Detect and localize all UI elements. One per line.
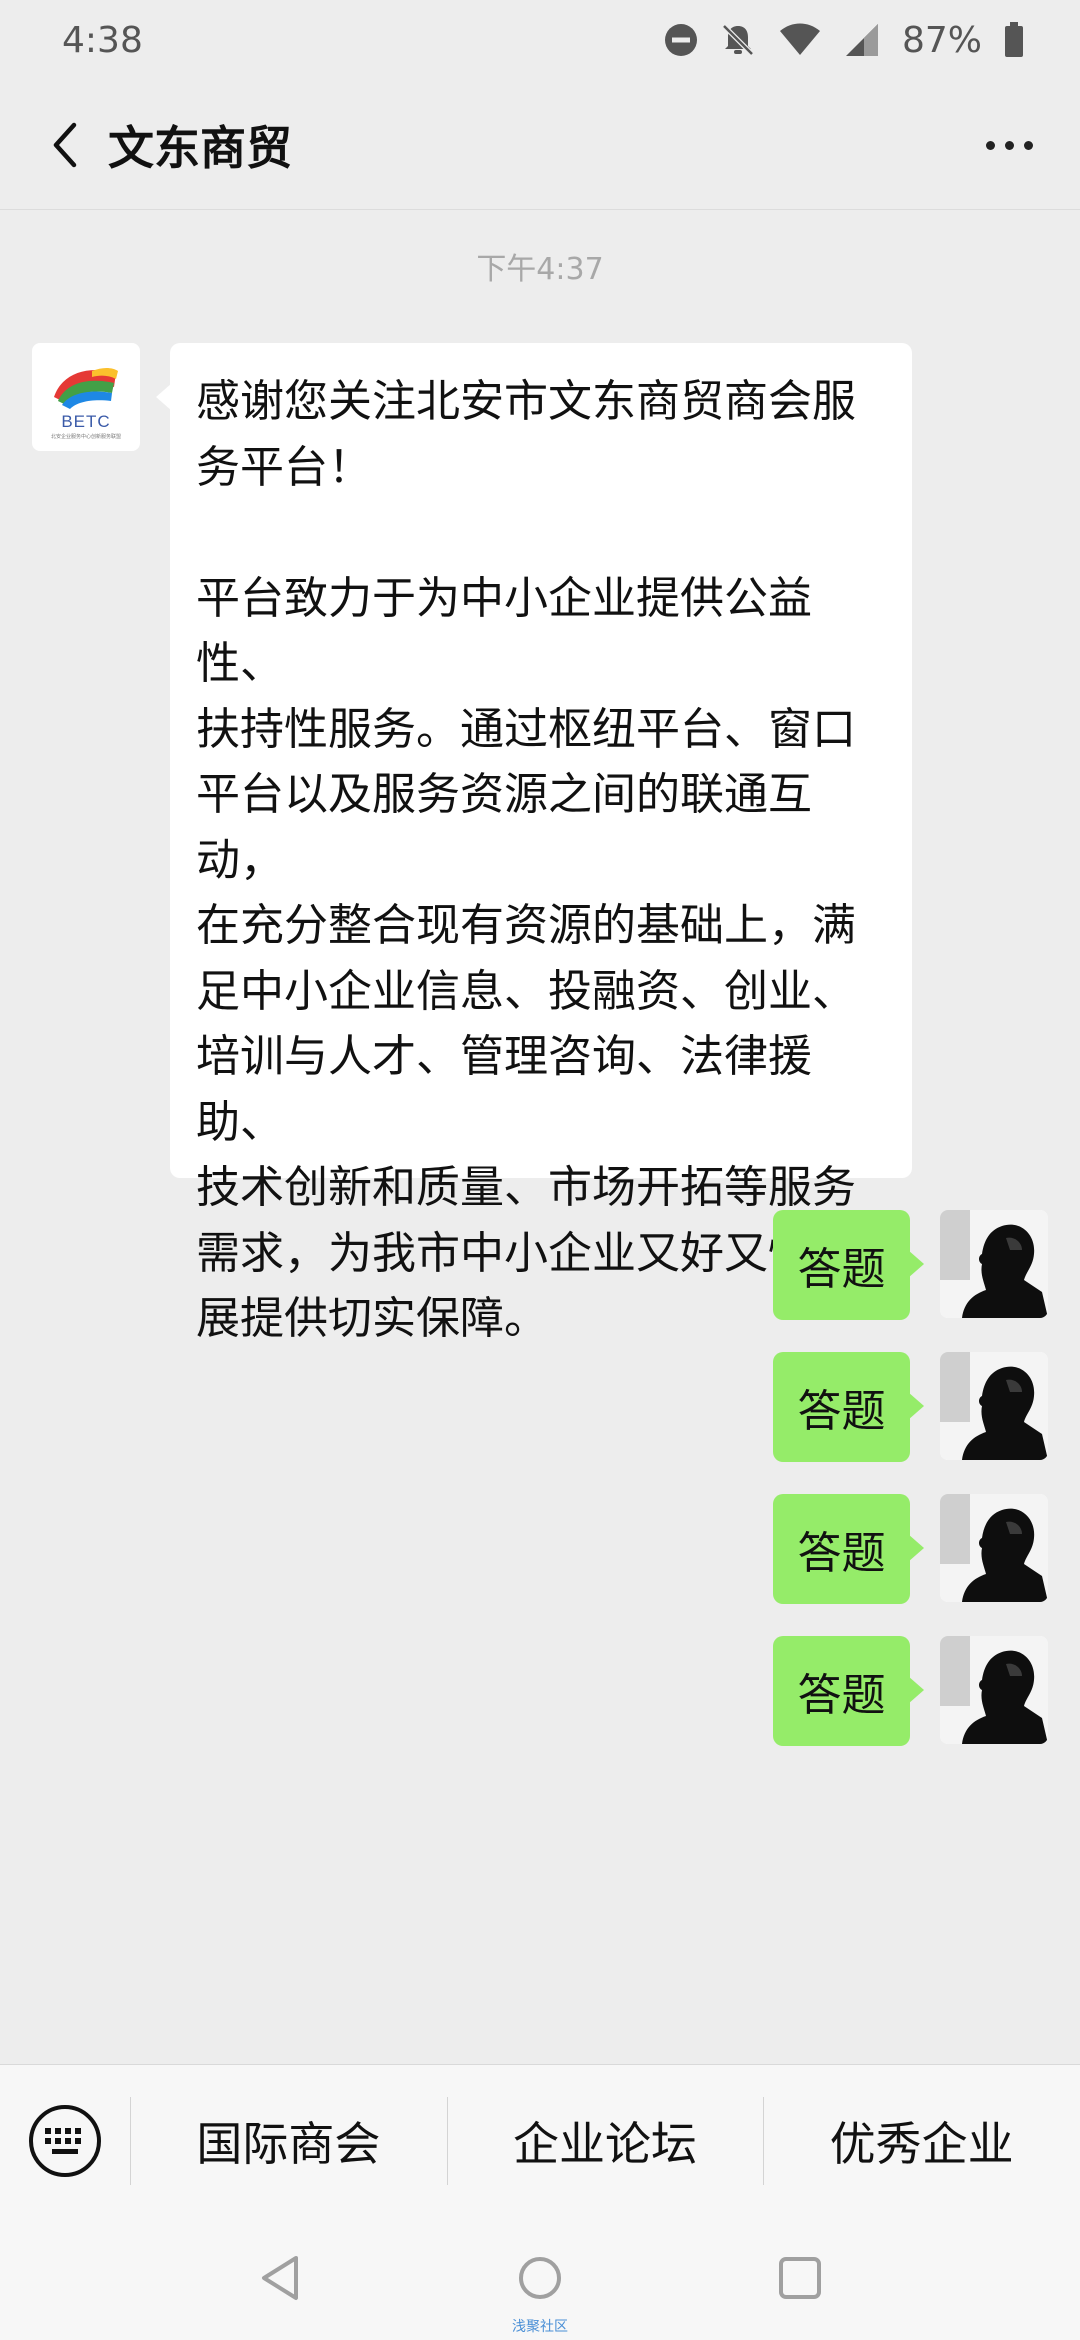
nav-back-icon bbox=[262, 2256, 298, 2300]
wifi-icon bbox=[779, 23, 820, 55]
user-avatar[interactable] bbox=[940, 1494, 1048, 1602]
menu-item-international-chamber[interactable]: 国际商会 bbox=[130, 2065, 447, 2217]
user-avatar-image bbox=[940, 1352, 1048, 1460]
nav-back-button[interactable] bbox=[250, 2248, 310, 2308]
incoming-message-bubble[interactable]: 感谢您关注北安市文东商贸商会服 务平台！ 平台致力于为中小企业提供公益性、 扶持… bbox=[156, 343, 912, 1344]
outgoing-message-bubble[interactable]: 答题 bbox=[773, 1352, 924, 1462]
betc-logo: BETC 北安企业服务中心创新服务联盟 bbox=[51, 368, 121, 440]
chat-header: 文东商贸 bbox=[0, 80, 1080, 210]
keyboard-icon bbox=[29, 2104, 101, 2177]
user-avatar-image bbox=[940, 1494, 1048, 1602]
signal-icon bbox=[845, 24, 878, 56]
outgoing-message-bubble[interactable]: 答题 bbox=[773, 1494, 924, 1604]
user-avatar[interactable] bbox=[940, 1636, 1048, 1744]
keyboard-toggle-button[interactable] bbox=[0, 2065, 130, 2217]
message-timestamp: 下午4:37 bbox=[476, 252, 604, 287]
menu-item-excellent-enterprises[interactable]: 优秀企业 bbox=[763, 2065, 1080, 2217]
outgoing-message-bubble[interactable]: 答题 bbox=[773, 1636, 924, 1746]
outgoing-message-bubble[interactable]: 答题 bbox=[773, 1210, 924, 1320]
betc-logo-text: BETC bbox=[61, 412, 110, 431]
status-icons: 87% bbox=[664, 20, 1024, 61]
status-bar: 4:38 87% bbox=[0, 0, 1080, 80]
user-avatar-image bbox=[940, 1636, 1048, 1744]
back-button[interactable] bbox=[30, 110, 100, 180]
sender-avatar[interactable]: BETC 北安企业服务中心创新服务联盟 bbox=[32, 343, 140, 451]
menu-item-enterprise-forum[interactable]: 企业论坛 bbox=[446, 2065, 764, 2217]
user-avatar[interactable] bbox=[940, 1210, 1048, 1318]
more-dot bbox=[1004, 140, 1014, 150]
outgoing-message: 答题 bbox=[748, 1494, 1048, 1604]
outgoing-message: 答题 bbox=[748, 1352, 1048, 1462]
notifications-off-icon bbox=[722, 24, 754, 56]
system-nav-bar: 浅聚社区 bbox=[0, 2216, 1080, 2340]
status-time: 4:38 bbox=[62, 19, 143, 61]
nav-recents-button[interactable] bbox=[770, 2248, 830, 2308]
chat-title: 文东商贸 bbox=[108, 120, 292, 175]
service-menu-bar: 国际商会 企业论坛 优秀企业 bbox=[0, 2064, 1080, 2216]
battery-percent: 87% bbox=[901, 19, 982, 61]
nav-home-button[interactable] bbox=[510, 2248, 570, 2308]
betc-logo-subtext: 北安企业服务中心创新服务联盟 bbox=[51, 433, 121, 440]
battery-icon bbox=[1005, 22, 1023, 57]
more-dots-icon bbox=[985, 140, 995, 150]
watermark-text: 浅聚社区 bbox=[512, 2319, 568, 2335]
user-avatar-image bbox=[940, 1210, 1048, 1318]
do-not-disturb-icon bbox=[664, 24, 697, 56]
chat-screen: 4:38 87% 文东商贸 下午4:37 BETC 北安企业服务中心创新服务联盟… bbox=[0, 0, 1080, 2340]
nav-home-icon bbox=[519, 2257, 561, 2299]
nav-recents-icon bbox=[779, 2257, 821, 2299]
more-dot bbox=[1023, 140, 1033, 150]
outgoing-message: 答题 bbox=[748, 1636, 1048, 1746]
chevron-left-icon bbox=[53, 122, 77, 168]
outgoing-message: 答题 bbox=[748, 1210, 1048, 1320]
more-button[interactable] bbox=[964, 110, 1054, 180]
user-avatar[interactable] bbox=[940, 1352, 1048, 1460]
